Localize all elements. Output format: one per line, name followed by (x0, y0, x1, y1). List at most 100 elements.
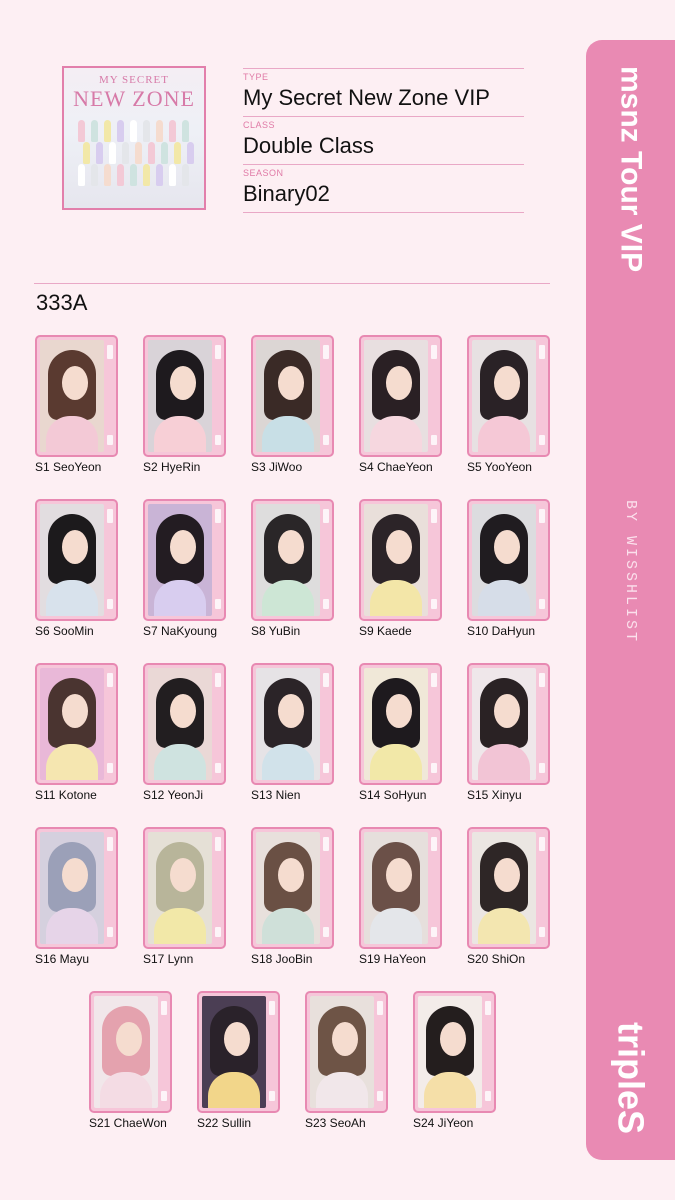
cover-member-figure (83, 142, 90, 164)
member-outfit (154, 744, 206, 780)
photocard-name-tag (431, 345, 437, 359)
photocard-frame (251, 335, 334, 457)
photocard[interactable]: S3 JiWoo (251, 335, 334, 474)
photocard-label: S16 Mayu (35, 952, 90, 966)
photocard-name-tag (323, 345, 329, 359)
photocard-label: S8 YuBin (251, 624, 301, 638)
photocard-label: S24 JiYeon (413, 1116, 474, 1130)
photocard-frame (467, 827, 550, 949)
cover-member-figure (143, 164, 150, 186)
class-label: CLASS (243, 120, 276, 130)
photocard[interactable]: S16 Mayu (35, 827, 118, 966)
member-outfit (154, 908, 206, 944)
photocard-label: S19 HaYeon (359, 952, 426, 966)
member-face (386, 366, 412, 400)
member-face (494, 366, 520, 400)
cover-member-figure (96, 142, 103, 164)
side-banner: msnz Tour VIP BY WISSHLIST tripleS (586, 40, 675, 1160)
cover-member-figure (182, 120, 189, 142)
photocard[interactable]: S19 HaYeon (359, 827, 442, 966)
photocard[interactable]: S10 DaHyun (467, 499, 550, 638)
photocard[interactable]: S4 ChaeYeon (359, 335, 442, 474)
season-field: SEASON Binary02 (243, 164, 524, 213)
photocard-name-tag (431, 837, 437, 851)
photocard-logo-tag (215, 763, 221, 773)
photocard-logo-tag (323, 927, 329, 937)
member-face (170, 858, 196, 892)
photocard-label: S14 SoHyun (359, 788, 427, 802)
member-outfit (154, 580, 206, 616)
photocard-frame (467, 499, 550, 621)
photocard[interactable]: S23 SeoAh (305, 991, 388, 1130)
photocard-name-tag (539, 837, 545, 851)
member-outfit (478, 908, 530, 944)
photocard-frame (251, 827, 334, 949)
photocard-logo-tag (323, 599, 329, 609)
photocard[interactable]: S21 ChaeWon (89, 991, 172, 1130)
photocard-name-tag (215, 673, 221, 687)
photocard-frame (197, 991, 280, 1113)
photocard-frame (35, 335, 118, 457)
photocard[interactable]: S15 Xinyu (467, 663, 550, 802)
photocard-frame (305, 991, 388, 1113)
photocard-frame (143, 499, 226, 621)
photocard-frame (143, 335, 226, 457)
photocard[interactable]: S20 ShiOn (467, 827, 550, 966)
member-outfit (370, 908, 422, 944)
photocard-name-tag (539, 509, 545, 523)
photocard-photo (256, 340, 320, 452)
member-face (224, 1022, 250, 1056)
type-label: TYPE (243, 72, 269, 82)
member-face (170, 530, 196, 564)
photocard-name-tag (269, 1001, 275, 1015)
photocard[interactable]: S1 SeoYeon (35, 335, 118, 474)
member-outfit (262, 908, 314, 944)
photocard-logo-tag (323, 763, 329, 773)
member-face (278, 858, 304, 892)
photocard[interactable]: S11 Kotone (35, 663, 118, 802)
photocard-label: S15 Xinyu (467, 788, 522, 802)
photocard-name-tag (485, 1001, 491, 1015)
photocard-frame (251, 663, 334, 785)
photocard-label: S21 ChaeWon (89, 1116, 167, 1130)
member-face (440, 1022, 466, 1056)
photocard-frame (413, 991, 496, 1113)
photocard[interactable]: S5 YooYeon (467, 335, 550, 474)
type-field: TYPE My Secret New Zone VIP (243, 68, 524, 116)
album-cover: MY SECRET NEW ZONE (62, 66, 206, 210)
cover-member-figure (169, 120, 176, 142)
photocard[interactable]: S9 Kaede (359, 499, 442, 638)
photocard[interactable]: S18 JooBin (251, 827, 334, 966)
photocard-logo-tag (323, 435, 329, 445)
photocard-photo (472, 668, 536, 780)
photocard[interactable]: S13 Nien (251, 663, 334, 802)
member-outfit (154, 416, 206, 452)
member-face (386, 694, 412, 728)
photocard[interactable]: S22 Sullin (197, 991, 280, 1130)
cover-member-figure (169, 164, 176, 186)
photocard-photo (256, 668, 320, 780)
photocard-name-tag (161, 1001, 167, 1015)
photocard-logo-tag (215, 435, 221, 445)
photocard[interactable]: S24 JiYeon (413, 991, 496, 1130)
photocard[interactable]: S8 YuBin (251, 499, 334, 638)
photocard-logo-tag (107, 927, 113, 937)
member-face (494, 694, 520, 728)
photocard-name-tag (215, 837, 221, 851)
member-outfit (370, 744, 422, 780)
photocard[interactable]: S17 Lynn (143, 827, 226, 966)
cover-member-figure (104, 120, 111, 142)
photocard[interactable]: S2 HyeRin (143, 335, 226, 474)
cover-member-figure (130, 164, 137, 186)
photocard[interactable]: S6 SooMin (35, 499, 118, 638)
cover-member-figure (78, 120, 85, 142)
photocard[interactable]: S7 NaKyoung (143, 499, 226, 638)
member-face (494, 530, 520, 564)
photocard[interactable]: S14 SoHyun (359, 663, 442, 802)
photocard-name-tag (107, 345, 113, 359)
photocard-logo-tag (215, 927, 221, 937)
side-banner-credit: BY WISSHLIST (622, 500, 639, 645)
cover-member-figure (130, 120, 137, 142)
photocard-logo-tag (431, 599, 437, 609)
photocard[interactable]: S12 YeonJi (143, 663, 226, 802)
